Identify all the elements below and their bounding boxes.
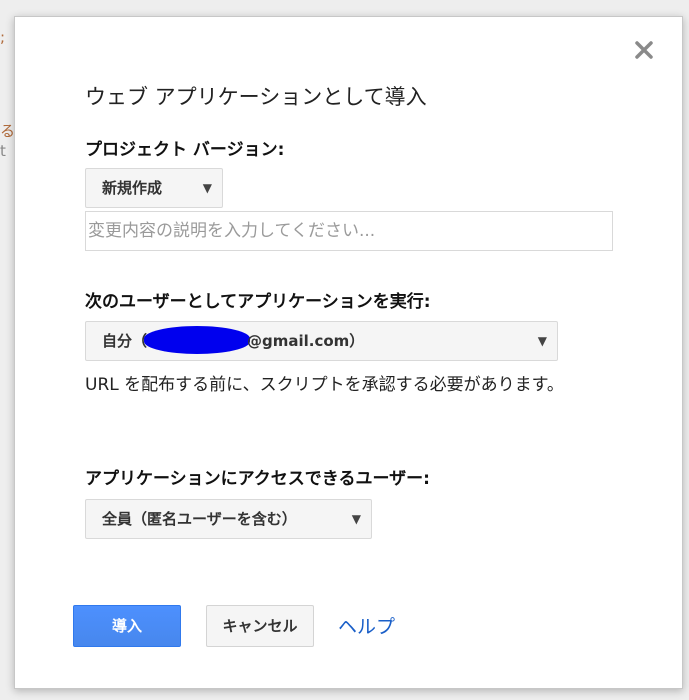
dialog-title: ウェブ アプリケーションとして導入	[85, 85, 427, 109]
access-label: アプリケーションにアクセスできるユーザー:	[85, 469, 430, 489]
execute-as-prefix: 自分（	[102, 332, 148, 350]
background-text-fragment: る	[0, 122, 16, 140]
close-icon	[635, 41, 653, 59]
access-select[interactable]: 全員（匿名ユーザーを含む） ▼	[85, 499, 372, 539]
redacted-email-mark	[144, 326, 250, 354]
dropdown-arrow-icon: ▼	[351, 512, 361, 526]
deploy-web-app-dialog: ウェブ アプリケーションとして導入 プロジェクト バージョン: 新規作成 ▼ 次…	[14, 16, 683, 689]
project-version-selected: 新規作成	[102, 179, 163, 197]
authorization-note: URL を配布する前に、スクリプトを承認する必要があります。	[85, 375, 564, 395]
project-version-label: プロジェクト バージョン:	[85, 140, 285, 160]
deploy-button[interactable]: 導入	[73, 605, 181, 647]
background-text-fragment: t	[0, 142, 6, 160]
dropdown-arrow-icon: ▼	[537, 334, 547, 348]
execute-as-label: 次のユーザーとしてアプリケーションを実行:	[85, 292, 431, 312]
cancel-button[interactable]: キャンセル	[206, 605, 314, 647]
access-selected: 全員（匿名ユーザーを含む）	[102, 510, 297, 528]
execute-as-email-suffix: @gmail.com）	[247, 332, 365, 350]
project-version-select[interactable]: 新規作成 ▼	[85, 168, 223, 208]
change-description-input[interactable]	[85, 211, 613, 251]
background-text-fragment: ;	[0, 28, 6, 46]
help-link[interactable]: ヘルプ	[338, 612, 395, 639]
close-button[interactable]	[633, 39, 655, 61]
dropdown-arrow-icon: ▼	[202, 181, 212, 195]
execute-as-select[interactable]: 自分（ @gmail.com） ▼	[85, 321, 558, 361]
